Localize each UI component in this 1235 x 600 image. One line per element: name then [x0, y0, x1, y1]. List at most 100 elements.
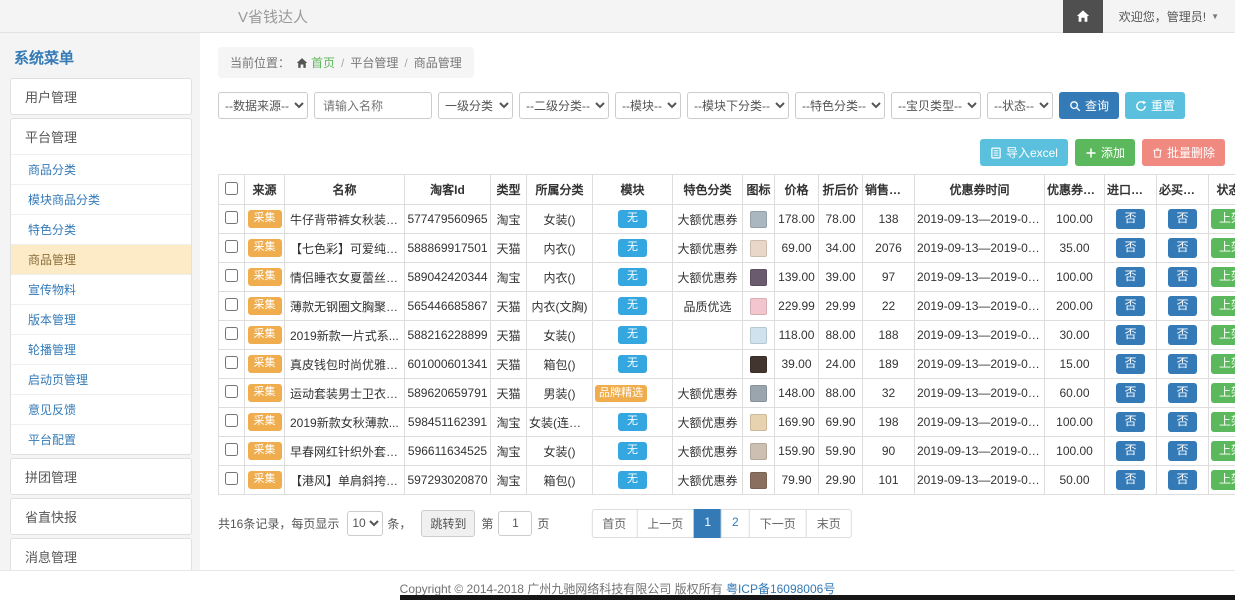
row-checkbox[interactable] [225, 211, 238, 224]
must-buy-toggle[interactable]: 否 [1168, 267, 1196, 286]
import-excel-button[interactable]: 导入excel [980, 139, 1068, 166]
filter-select-0[interactable]: 一级分类 [438, 92, 513, 119]
must-buy-toggle[interactable]: 否 [1168, 441, 1196, 460]
page-button-末页[interactable]: 末页 [806, 509, 852, 538]
filter-select-3[interactable]: --模块下分类-- [687, 92, 789, 119]
filter-select-5[interactable]: --宝贝类型-- [891, 92, 981, 119]
row-checkbox[interactable] [225, 298, 238, 311]
must-buy-toggle[interactable]: 否 [1168, 412, 1196, 431]
must-buy-toggle[interactable]: 否 [1168, 470, 1196, 489]
sidebar-subitem-商品管理[interactable]: 商品管理 [11, 244, 191, 274]
taoke-id-cell: 598451162391 [405, 408, 491, 437]
status-on-shelf-button[interactable]: 上架 [1211, 238, 1235, 257]
category-cell: 内衣(文胸) [527, 292, 593, 321]
breadcrumb-item[interactable]: 平台管理 [350, 54, 398, 71]
sidebar-item-用户管理[interactable]: 用户管理 [11, 79, 191, 114]
import-select-toggle[interactable]: 否 [1116, 325, 1144, 344]
sidebar-subitem-模块商品分类[interactable]: 模块商品分类 [11, 184, 191, 214]
import-select-cell: 否 [1105, 205, 1157, 234]
status-on-shelf-button[interactable]: 上架 [1211, 267, 1235, 286]
sidebar-item-平台管理[interactable]: 平台管理 [11, 119, 191, 154]
breadcrumb-home-link[interactable]: 首页 [296, 54, 335, 71]
sidebar-subitem-特色分类[interactable]: 特色分类 [11, 214, 191, 244]
search-button[interactable]: 查询 [1059, 92, 1119, 119]
sidebar-item-省直快报[interactable]: 省直快报 [11, 499, 191, 534]
must-buy-toggle[interactable]: 否 [1168, 296, 1196, 315]
per-page-select[interactable]: 10 [347, 511, 383, 536]
import-select-toggle[interactable]: 否 [1116, 354, 1144, 373]
home-icon [1076, 9, 1090, 23]
status-on-shelf-button[interactable]: 上架 [1211, 470, 1235, 489]
row-checkbox[interactable] [225, 356, 238, 369]
import-select-toggle[interactable]: 否 [1116, 441, 1144, 460]
filter-select-2[interactable]: --模块-- [615, 92, 681, 119]
sidebar-item-拼团管理[interactable]: 拼团管理 [11, 459, 191, 494]
sidebar-group: 拼团管理 [10, 458, 192, 495]
row-checkbox[interactable] [225, 385, 238, 398]
sales-count-cell: 32 [863, 379, 915, 408]
row-checkbox[interactable] [225, 443, 238, 456]
reset-button[interactable]: 重置 [1125, 92, 1185, 119]
feature-category-cell: 大额优惠券 [673, 437, 743, 466]
add-button[interactable]: 添加 [1075, 139, 1135, 166]
status-on-shelf-button[interactable]: 上架 [1211, 325, 1235, 344]
status-on-shelf-button[interactable]: 上架 [1211, 296, 1235, 315]
import-select-toggle[interactable]: 否 [1116, 267, 1144, 286]
jump-page-input[interactable] [498, 511, 532, 536]
select-all-checkbox[interactable] [225, 182, 238, 195]
status-on-shelf-button[interactable]: 上架 [1211, 209, 1235, 228]
status-on-shelf-button[interactable]: 上架 [1211, 383, 1235, 402]
filter-select-4[interactable]: --特色分类-- [795, 92, 885, 119]
icp-link[interactable]: 粤ICP备16098006号 [726, 582, 835, 596]
row-checkbox[interactable] [225, 414, 238, 427]
home-button[interactable] [1063, 0, 1103, 33]
copyright-text: Copyright © 2014-2018 广州九驰网络科技有限公司 版权所有 [400, 582, 723, 596]
must-buy-toggle[interactable]: 否 [1168, 238, 1196, 257]
sidebar-subitem-平台配置[interactable]: 平台配置 [11, 424, 191, 454]
page-button-下一页[interactable]: 下一页 [749, 509, 807, 538]
must-buy-toggle[interactable]: 否 [1168, 325, 1196, 344]
row-checkbox[interactable] [225, 472, 238, 485]
table-row: 采集【港风】单肩斜挎链条...597293020870淘宝箱包()无大额优惠券7… [219, 466, 1235, 495]
status-on-shelf-button[interactable]: 上架 [1211, 441, 1235, 460]
row-checkbox[interactable] [225, 240, 238, 253]
page-button-上一页[interactable]: 上一页 [636, 509, 694, 538]
user-menu[interactable]: 欢迎您，管理员! ▼ [1103, 8, 1235, 25]
jump-button[interactable]: 跳转到 [421, 510, 475, 537]
import-select-toggle[interactable]: 否 [1116, 209, 1144, 228]
import-select-toggle[interactable]: 否 [1116, 383, 1144, 402]
sidebar-item-消息管理[interactable]: 消息管理 [11, 539, 191, 570]
must-buy-toggle[interactable]: 否 [1168, 209, 1196, 228]
status-on-shelf-button[interactable]: 上架 [1211, 354, 1235, 373]
row-checkbox[interactable] [225, 327, 238, 340]
page-button-首页[interactable]: 首页 [591, 509, 637, 538]
price-cell: 148.00 [775, 379, 819, 408]
sidebar-subitem-宣传物料[interactable]: 宣传物料 [11, 274, 191, 304]
category-cell: 男装() [527, 379, 593, 408]
row-checkbox[interactable] [225, 269, 238, 282]
sidebar-subitem-版本管理[interactable]: 版本管理 [11, 304, 191, 334]
filter-select-6[interactable]: --状态-- [987, 92, 1053, 119]
sidebar-subitem-启动页管理[interactable]: 启动页管理 [11, 364, 191, 394]
import-select-toggle[interactable]: 否 [1116, 238, 1144, 257]
batch-delete-button[interactable]: 批量删除 [1142, 139, 1225, 166]
import-select-toggle[interactable]: 否 [1116, 470, 1144, 489]
must-buy-toggle[interactable]: 否 [1168, 383, 1196, 402]
coupon-time-cell: 2019-09-13—2019-09-17 [915, 437, 1045, 466]
page-button-1[interactable]: 1 [693, 509, 722, 538]
name-search-input[interactable] [314, 92, 432, 119]
import-select-toggle[interactable]: 否 [1116, 296, 1144, 315]
status-on-shelf-button[interactable]: 上架 [1211, 412, 1235, 431]
sidebar-subitem-商品分类[interactable]: 商品分类 [11, 154, 191, 184]
sidebar-subitem-轮播管理[interactable]: 轮播管理 [11, 334, 191, 364]
type-cell: 淘宝 [491, 408, 527, 437]
import-select-toggle[interactable]: 否 [1116, 412, 1144, 431]
sales-count-cell: 90 [863, 437, 915, 466]
filter-source-select[interactable]: --数据来源-- [218, 92, 308, 119]
must-buy-toggle[interactable]: 否 [1168, 354, 1196, 373]
page-button-2[interactable]: 2 [721, 509, 750, 538]
sidebar-subitem-意见反馈[interactable]: 意见反馈 [11, 394, 191, 424]
filter-select-1[interactable]: --二级分类-- [519, 92, 609, 119]
taoke-id-cell: 589620659791 [405, 379, 491, 408]
price-cell: 69.00 [775, 234, 819, 263]
